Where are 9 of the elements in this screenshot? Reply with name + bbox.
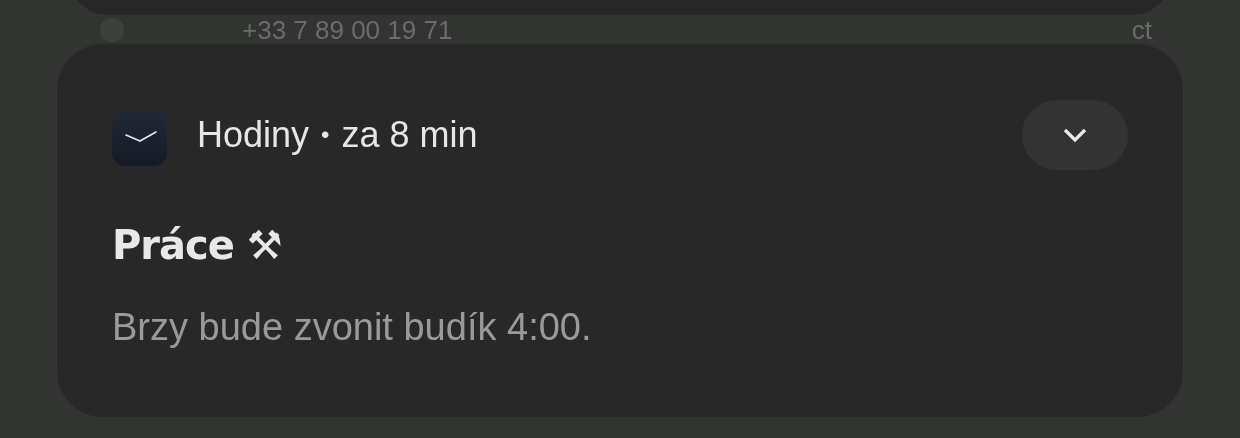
notification-time: za 8 min <box>341 114 478 156</box>
app-name: Hodiny <box>197 114 310 156</box>
clock-icon <box>112 111 167 166</box>
phone-number: +33 7 89 00 19 71 <box>242 15 453 44</box>
separator-dot: • <box>321 121 330 149</box>
notification-title: Práce ⚒ <box>112 222 283 268</box>
notification-body: Brzy bude zvonit budík 4:00. <box>112 306 593 349</box>
notification-text: ct <box>1131 15 1152 44</box>
chevron-down-icon <box>1062 127 1088 143</box>
